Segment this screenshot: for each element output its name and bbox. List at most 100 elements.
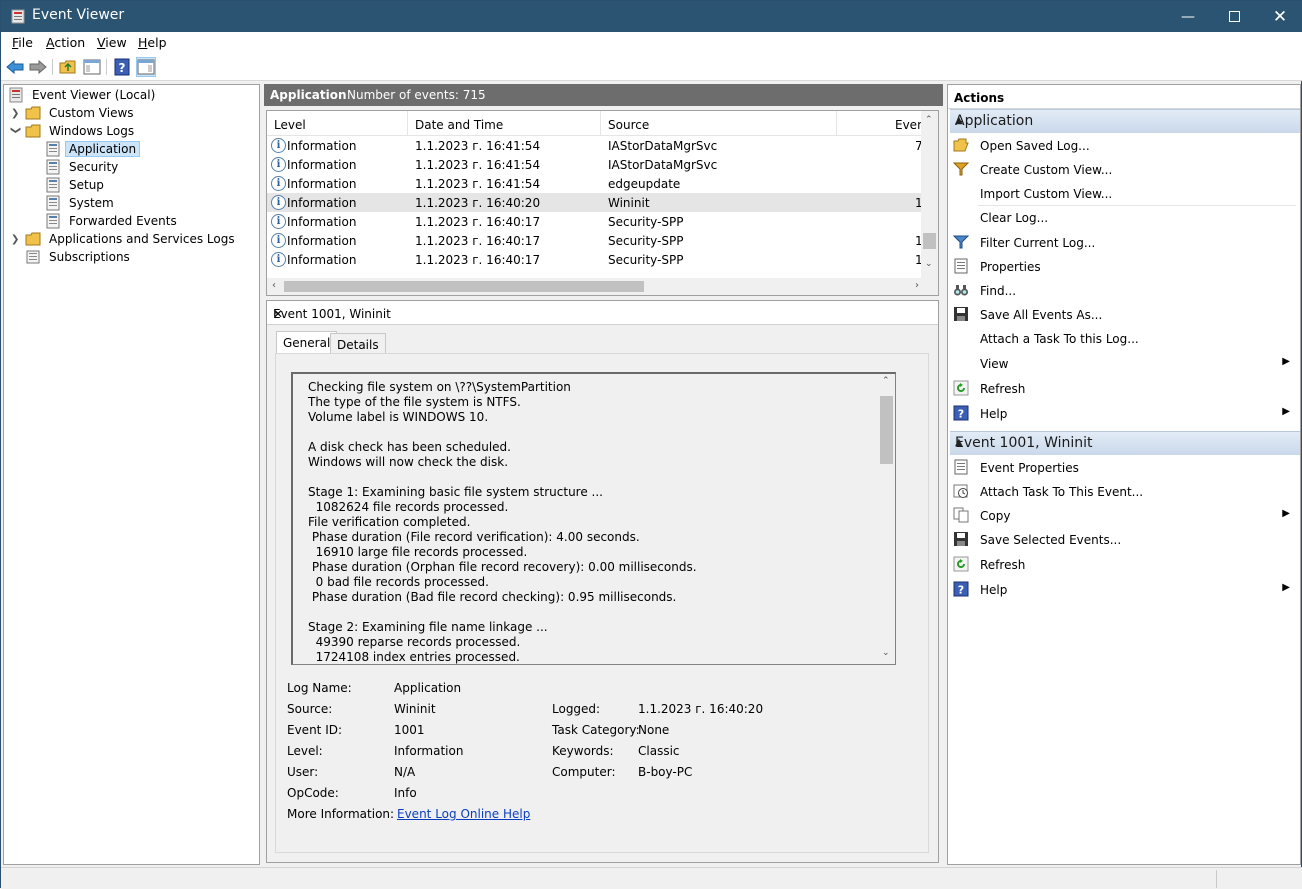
label-log-name: Log Name: [287, 681, 352, 695]
action-group-event[interactable]: Event 1001, Wininit ▲ [950, 431, 1300, 455]
back-button[interactable] [5, 57, 25, 77]
expand-chevron-icon[interactable]: ❯ [11, 108, 21, 119]
horizontal-scroll-thumb[interactable] [284, 281, 644, 292]
tree-item-security[interactable]: Security [45, 158, 122, 176]
show-hide-action-pane-button[interactable] [136, 57, 156, 77]
menu-view[interactable]: View [97, 35, 127, 50]
close-detail-icon[interactable]: ✕ [273, 307, 928, 321]
scroll-down-icon[interactable]: ⌄ [925, 259, 933, 269]
tab-general[interactable]: General [276, 331, 338, 355]
menu-file[interactable]: File [12, 35, 33, 50]
action-create-custom-view[interactable]: Create Custom View... [952, 158, 1296, 180]
scroll-left-icon[interactable]: ‹ [272, 280, 276, 291]
collapse-chevron-icon[interactable]: ❯ [10, 126, 21, 136]
console-tree-icon [83, 59, 101, 75]
event-list-vertical-scrollbar[interactable]: ⌃ ⌄ [921, 111, 938, 278]
action-attach-task-to-this-event[interactable]: Attach Task To This Event... [952, 480, 1296, 502]
event-message-box[interactable]: Checking file system on \??\SystemPartit… [291, 372, 896, 665]
close-button[interactable]: ✕ [1257, 1, 1302, 32]
collapse-caret-icon[interactable]: ▲ [955, 115, 1292, 126]
cell-date: 1.1.2023 г. 16:40:20 [415, 196, 541, 210]
information-icon: i [271, 176, 286, 191]
maximize-button[interactable] [1211, 1, 1257, 32]
minimize-button[interactable]: — [1165, 1, 1211, 32]
tree-item-apps-services-logs[interactable]: Applications and Services Logs [25, 230, 239, 248]
value-event-id[interactable]: 1001 [394, 723, 425, 737]
cell-level: Information [287, 196, 357, 210]
action-event-properties[interactable]: Event Properties [952, 456, 1296, 478]
menu-help[interactable]: Help [138, 35, 167, 50]
action-clear-log[interactable]: Clear Log... [952, 206, 1296, 228]
scroll-right-icon[interactable]: › [915, 280, 919, 291]
svg-text:?: ? [958, 408, 964, 421]
status-bar [1, 867, 1302, 889]
up-folder-button[interactable] [58, 57, 78, 77]
event-row[interactable]: i Information 1.1.2023 г. 16:40:17 Security… [267, 231, 923, 250]
column-header-source[interactable]: Source [601, 111, 837, 136]
event-row[interactable]: i Information 1.1.2023 г. 16:40:20 Wininit 1 [267, 193, 923, 212]
event-row[interactable]: i Information 1.1.2023 г. 16:40:17 Security… [267, 212, 923, 231]
action-copy[interactable]: Copy ▶ [952, 504, 1296, 526]
column-header-event-id[interactable]: Even [837, 111, 923, 136]
back-arrow-icon [6, 60, 24, 74]
action-open-saved-log[interactable]: Open Saved Log... [952, 134, 1296, 156]
event-row[interactable]: i Information 1.1.2023 г. 16:41:54 edgeupda… [267, 174, 923, 193]
event-log-online-help-link[interactable]: Event Log Online Help [397, 807, 530, 821]
action-filter-current-log[interactable]: Filter Current Log... [952, 231, 1296, 253]
scroll-up-icon[interactable]: ⌃ [882, 376, 890, 386]
tree-item-subscriptions[interactable]: Subscriptions [25, 248, 134, 266]
value-logged[interactable]: 1.1.2023 г. 16:40:20 [638, 702, 763, 716]
help-button[interactable]: ? [112, 57, 132, 77]
action-label: Help [980, 407, 1008, 421]
event-list-horizontal-scrollbar[interactable]: ‹ › [267, 278, 923, 295]
tree-item-application[interactable]: Application [45, 140, 141, 158]
menu-bar: File Action View Help [1, 32, 1302, 54]
action-view[interactable]: View ▶ [952, 352, 1296, 374]
forward-button[interactable] [28, 57, 48, 77]
label-user: User: [287, 765, 319, 779]
scroll-thumb[interactable] [923, 233, 936, 249]
action-import-custom-view[interactable]: Import Custom View... [952, 182, 1296, 204]
scroll-down-icon[interactable]: ⌄ [882, 648, 890, 658]
column-header-date[interactable]: Date and Time [408, 111, 601, 136]
scroll-up-icon[interactable]: ⌃ [925, 115, 933, 125]
action-properties[interactable]: Properties [952, 255, 1296, 277]
action-refresh[interactable]: Refresh [952, 377, 1296, 399]
collapse-caret-icon[interactable]: ▲ [955, 437, 1292, 448]
action-attach-a-task-to-this-log[interactable]: Attach a Task To this Log... [952, 327, 1296, 349]
action-save-all-events-as[interactable]: Save All Events As... [952, 303, 1296, 325]
action-refresh[interactable]: Refresh [952, 553, 1296, 575]
tree-item-forwarded-events[interactable]: Forwarded Events [45, 212, 181, 230]
action-help[interactable]: ? Help ▶ [952, 578, 1296, 600]
tree-item-setup[interactable]: Setup [45, 176, 108, 194]
tree-item-windows-logs[interactable]: Windows Logs [25, 122, 138, 140]
expand-chevron-icon[interactable]: ❯ [11, 234, 21, 245]
event-row[interactable]: i Information 1.1.2023 г. 16:40:17 Security… [267, 250, 923, 269]
event-row[interactable]: i Information 1.1.2023 г. 16:41:54 IAStorDa… [267, 136, 923, 155]
title-bar: Event Viewer — ✕ [1, 1, 1302, 32]
message-scroll-thumb[interactable] [880, 396, 893, 464]
action-find[interactable]: Find... [952, 279, 1296, 301]
show-hide-tree-button[interactable] [82, 57, 102, 77]
label-level: Level: [287, 744, 323, 758]
value-user[interactable]: N/A [394, 765, 415, 779]
value-computer[interactable]: B-boy-PC [638, 765, 692, 779]
message-vertical-scrollbar[interactable]: ⌃ ⌄ [878, 374, 895, 664]
tree-item-root[interactable]: Event Viewer (Local) [8, 86, 159, 104]
event-row[interactable]: i Information 1.1.2023 г. 16:41:54 IAStorDa… [267, 155, 923, 174]
column-header-level[interactable]: Level [267, 111, 408, 136]
value-level[interactable]: Information [394, 744, 463, 758]
tab-details[interactable]: Details [330, 333, 386, 355]
value-log-name[interactable]: Application [394, 681, 461, 695]
value-opcode[interactable]: Info [394, 786, 417, 800]
menu-action[interactable]: Action [46, 35, 85, 50]
action-group-application[interactable]: Application ▲ [950, 109, 1300, 133]
value-source[interactable]: Wininit [394, 702, 436, 716]
tree-item-system[interactable]: System [45, 194, 118, 212]
action-save-selected-events[interactable]: Save Selected Events... [952, 528, 1296, 550]
value-keywords[interactable]: Classic [638, 744, 680, 758]
action-help[interactable]: ? Help ▶ [952, 402, 1296, 424]
tree-item-custom-views[interactable]: Custom Views [25, 104, 138, 122]
value-task-category[interactable]: None [638, 723, 669, 737]
label-keywords: Keywords: [552, 744, 614, 758]
